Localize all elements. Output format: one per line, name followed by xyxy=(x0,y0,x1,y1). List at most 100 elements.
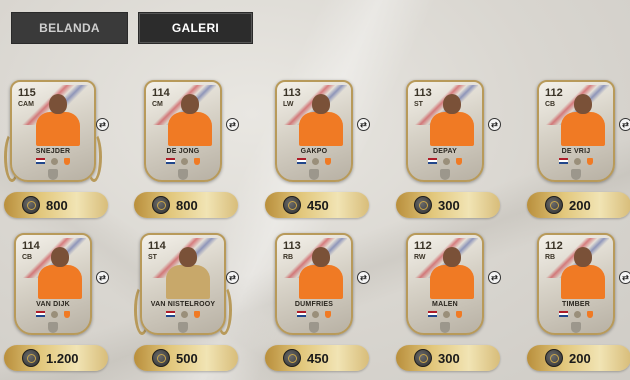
swap-icon[interactable]: ⇄ xyxy=(96,118,109,131)
player-card[interactable]: 113 RB DUMFRIES xyxy=(275,233,353,335)
card-badges xyxy=(12,158,94,165)
club-badge-icon xyxy=(51,311,58,318)
knvb-logo-icon xyxy=(325,311,331,318)
price-button[interactable]: 800 xyxy=(4,192,108,218)
price-value: 450 xyxy=(307,197,329,213)
knvb-logo-icon xyxy=(64,311,70,318)
coin-icon xyxy=(22,196,40,214)
player-shirt xyxy=(299,112,343,146)
price-button[interactable]: 300 xyxy=(396,345,500,371)
club-badge-icon xyxy=(312,311,319,318)
price-button[interactable]: 200 xyxy=(527,345,630,371)
player-card-item[interactable]: 114 CB VAN DIJK ⇄ 1.200 xyxy=(4,233,124,373)
card-badges xyxy=(408,158,482,165)
shield-icon xyxy=(178,169,188,180)
swap-icon[interactable]: ⇄ xyxy=(226,271,239,284)
price-button[interactable]: 800 xyxy=(134,192,238,218)
swap-icon[interactable]: ⇄ xyxy=(619,271,630,284)
player-card-item[interactable]: 115 CAM SNEJDER ⇄ 800 xyxy=(4,80,124,220)
player-card-item[interactable]: 113 RB DUMFRIES ⇄ 450 xyxy=(265,233,385,373)
shield-icon xyxy=(48,322,58,333)
price-value: 800 xyxy=(46,197,68,213)
card-badges xyxy=(539,158,613,165)
coin-icon xyxy=(414,196,432,214)
player-shirt xyxy=(166,265,210,299)
player-card[interactable]: 113 ST DEPAY xyxy=(406,80,484,182)
tab-belanda[interactable]: BELANDA xyxy=(11,12,128,44)
price-button[interactable]: 500 xyxy=(134,345,238,371)
price-button[interactable]: 200 xyxy=(527,192,630,218)
player-card-item[interactable]: 114 CM DE JONG ⇄ 800 xyxy=(134,80,254,220)
netherlands-flag-icon xyxy=(166,311,175,317)
price-value: 500 xyxy=(176,350,198,366)
player-portrait xyxy=(559,92,605,146)
price-button[interactable]: 1.200 xyxy=(4,345,108,371)
club-badge-icon xyxy=(574,311,581,318)
player-card[interactable]: 112 CB DE VRIJ xyxy=(537,80,615,182)
player-card[interactable]: 114 CM DE JONG xyxy=(144,80,222,182)
card-player-name: TIMBER xyxy=(561,301,591,308)
card-player-name: SNEJDER xyxy=(35,148,71,155)
player-card-item[interactable]: 112 CB DE VRIJ ⇄ 200 xyxy=(527,80,630,220)
player-card[interactable]: 112 RB TIMBER xyxy=(537,233,615,335)
netherlands-flag-icon xyxy=(559,158,568,164)
shield-icon xyxy=(571,322,581,333)
club-badge-icon xyxy=(443,158,450,165)
card-player-name: DE VRIJ xyxy=(561,148,591,155)
player-shirt xyxy=(430,112,474,146)
player-card[interactable]: 113 LW GAKPO xyxy=(275,80,353,182)
player-card-item[interactable]: 113 ST DEPAY ⇄ 300 xyxy=(396,80,516,220)
player-card[interactable]: 115 CAM SNEJDER xyxy=(10,80,96,182)
card-badges xyxy=(539,311,613,318)
player-card-item[interactable]: 114 ST VAN NISTELROOY ⇄ 500 xyxy=(134,233,254,373)
coin-icon xyxy=(152,349,170,367)
player-head xyxy=(181,94,199,114)
swap-icon[interactable]: ⇄ xyxy=(357,118,370,131)
player-head xyxy=(574,94,592,114)
price-button[interactable]: 300 xyxy=(396,192,500,218)
swap-icon[interactable]: ⇄ xyxy=(96,271,109,284)
player-card[interactable]: 114 ST VAN NISTELROOY xyxy=(140,233,226,335)
player-portrait xyxy=(297,245,343,299)
card-badges xyxy=(16,311,90,318)
player-card-item[interactable]: 112 RB TIMBER ⇄ 200 xyxy=(527,233,630,373)
card-player-name: VAN DIJK xyxy=(36,301,70,308)
swap-icon[interactable]: ⇄ xyxy=(226,118,239,131)
price-button[interactable]: 450 xyxy=(265,345,369,371)
tab-galeri[interactable]: GALERI xyxy=(138,12,253,44)
knvb-logo-icon xyxy=(64,158,70,165)
coin-icon xyxy=(152,196,170,214)
knvb-logo-icon xyxy=(587,311,593,318)
player-card[interactable]: 114 CB VAN DIJK xyxy=(14,233,92,335)
player-shirt xyxy=(36,112,80,146)
player-shirt xyxy=(561,112,605,146)
player-head xyxy=(179,247,197,267)
shield-icon xyxy=(178,322,188,333)
knvb-logo-icon xyxy=(194,311,200,318)
knvb-logo-icon xyxy=(587,158,593,165)
netherlands-flag-icon xyxy=(297,311,306,317)
price-value: 450 xyxy=(307,350,329,366)
knvb-logo-icon xyxy=(325,158,331,165)
player-shirt xyxy=(561,265,605,299)
club-badge-icon xyxy=(51,158,58,165)
swap-icon[interactable]: ⇄ xyxy=(619,118,630,131)
player-head xyxy=(49,94,67,114)
player-shirt xyxy=(430,265,474,299)
player-portrait xyxy=(166,92,212,146)
card-badges xyxy=(142,311,224,318)
swap-icon[interactable]: ⇄ xyxy=(488,271,501,284)
card-player-name: VAN NISTELROOY xyxy=(150,301,216,308)
player-card[interactable]: 112 RW MALEN xyxy=(406,233,484,335)
coin-icon xyxy=(22,349,40,367)
player-card-item[interactable]: 113 LW GAKPO ⇄ 450 xyxy=(265,80,385,220)
price-value: 200 xyxy=(569,350,591,366)
price-value: 200 xyxy=(569,197,591,213)
player-head xyxy=(51,247,69,267)
swap-icon[interactable]: ⇄ xyxy=(488,118,501,131)
price-button[interactable]: 450 xyxy=(265,192,369,218)
price-value: 800 xyxy=(176,197,198,213)
card-player-name: DE JONG xyxy=(166,148,200,155)
swap-icon[interactable]: ⇄ xyxy=(357,271,370,284)
player-card-item[interactable]: 112 RW MALEN ⇄ 300 xyxy=(396,233,516,373)
